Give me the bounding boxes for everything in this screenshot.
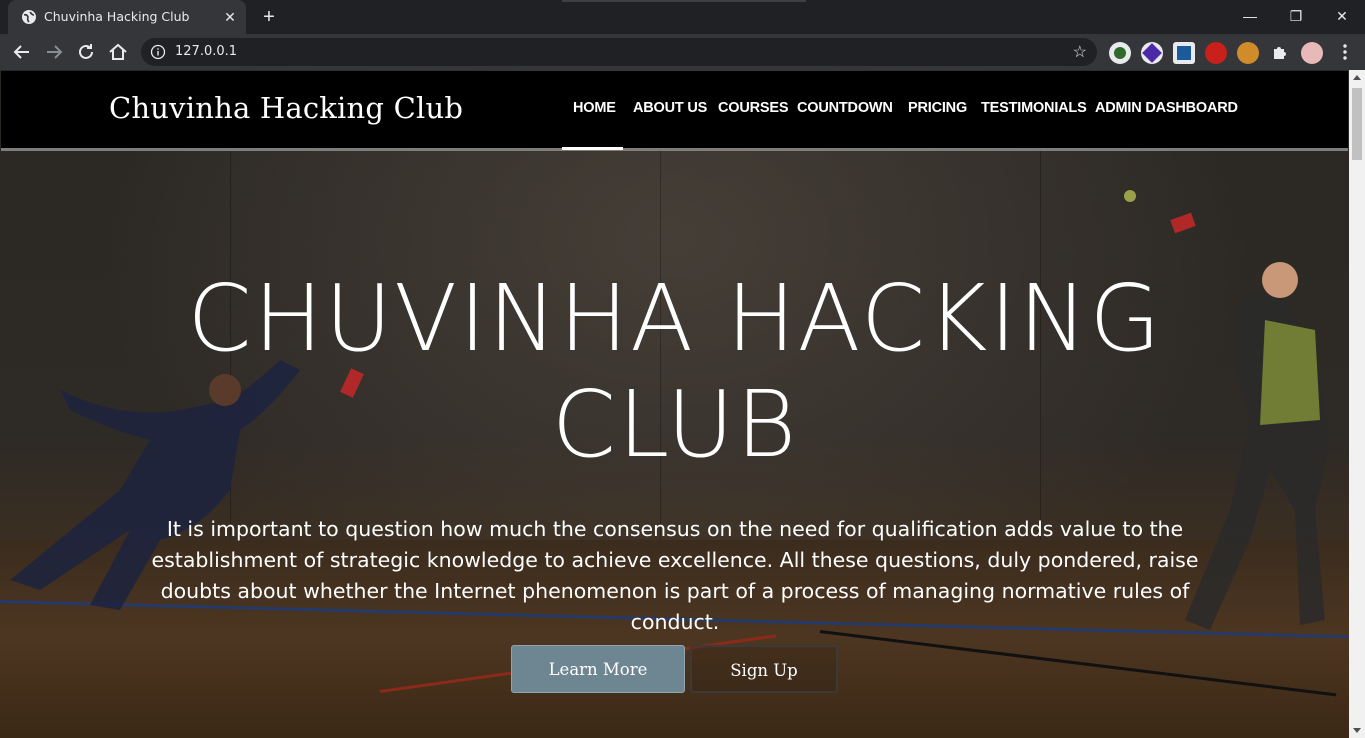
tab-title: Chuvinha Hacking Club [44,9,190,24]
avatar[interactable] [1301,42,1323,64]
scroll-up-icon[interactable] [1353,75,1361,80]
extension-owl-icon[interactable] [1237,42,1259,64]
page-viewport: Chuvinha Hacking Club HOME ABOUT US COUR… [0,70,1349,738]
nav-link-testimonials[interactable]: TESTIMONIALS [981,100,1087,116]
new-tab-button[interactable]: + [258,6,280,28]
learn-more-button[interactable]: Learn More [511,645,685,693]
kebab-menu-icon[interactable] [1333,40,1357,64]
extension-red-hand-icon[interactable] [1205,42,1227,64]
nav-link-home[interactable]: HOME [573,100,616,116]
extension-purple-icon[interactable] [1141,42,1163,64]
maximize-button[interactable]: ❐ [1286,6,1306,26]
close-window-button[interactable]: ✕ [1332,6,1352,26]
hero-title-line: CLUB [551,371,799,478]
tab-strip-indicator [562,0,806,2]
minimize-button[interactable]: — [1240,6,1260,26]
address-bar[interactable]: 127.0.0.1 ☆ [141,38,1097,66]
page-scrollbar[interactable] [1349,70,1365,738]
info-icon[interactable] [150,44,166,60]
nav-link-countdown[interactable]: COUNTDOWN [797,100,893,116]
hero-description: It is important to question how much the… [151,517,1199,634]
brand-logo[interactable]: Chuvinha Hacking Club [109,91,463,125]
extension-green-icon[interactable] [1109,42,1131,64]
url-text[interactable]: 127.0.0.1 [175,44,237,59]
nav-link-admin-dashboard[interactable]: ADMIN DASHBOARD [1095,100,1238,116]
arrow-left-icon[interactable] [10,40,34,64]
site-navbar: Chuvinha Hacking Club HOME ABOUT US COUR… [1,71,1348,151]
hero-title: CHUVINHA HACKING CLUB [150,266,1200,478]
browser-tabbar: Chuvinha Hacking Club ✕ + — ❐ ✕ [0,0,1365,34]
globe-icon [21,9,37,25]
home-icon[interactable] [106,40,130,64]
ball-image [1124,190,1136,202]
sign-up-button[interactable]: Sign Up [690,645,838,693]
nav-active-indicator [562,147,623,150]
scrollbar-thumb[interactable] [1352,88,1362,160]
tab-close-icon[interactable]: ✕ [222,9,238,25]
arrow-right-icon[interactable] [42,40,66,64]
nav-link-about-us[interactable]: ABOUT US [633,100,707,116]
extension-blue-icon[interactable] [1173,42,1195,64]
star-icon[interactable]: ☆ [1073,42,1087,62]
reload-icon[interactable] [74,40,98,64]
scroll-down-icon[interactable] [1353,728,1361,733]
nav-link-courses[interactable]: COURSES [718,100,789,116]
nav-link-pricing[interactable]: PRICING [908,100,967,116]
browser-toolbar: 127.0.0.1 ☆ [0,34,1365,70]
hero-title-line: CHUVINHA HACKING [187,265,1163,372]
puzzle-icon[interactable] [1268,40,1292,64]
browser-tab[interactable]: Chuvinha Hacking Club ✕ [8,0,246,34]
